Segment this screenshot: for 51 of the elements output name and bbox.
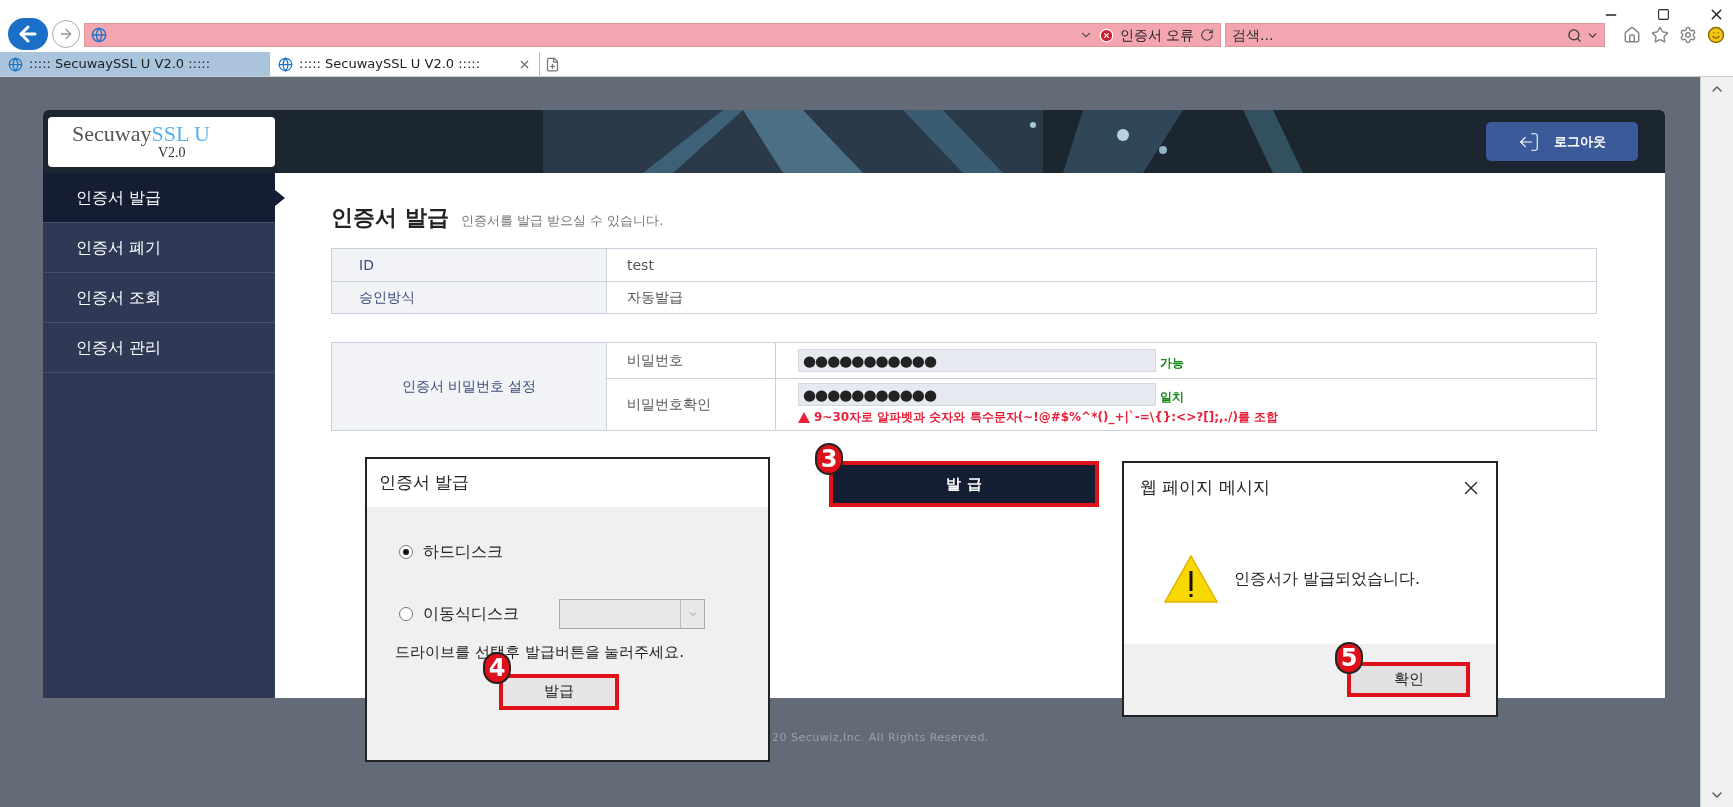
back-button[interactable]	[8, 18, 48, 50]
radio-button[interactable]	[399, 545, 413, 559]
step-number-badge: 5	[1335, 642, 1363, 674]
table-cell-text: test	[626, 255, 655, 275]
maximize-icon[interactable]	[1657, 8, 1670, 21]
error-icon	[1098, 27, 1114, 43]
new-tab-icon[interactable]	[544, 56, 560, 72]
radio-label[interactable]: 이동식디스크	[423, 602, 519, 626]
radio-button[interactable]	[399, 607, 413, 621]
version-label: V2.0	[158, 145, 186, 160]
refresh-icon[interactable]	[1200, 28, 1214, 42]
table-header-cell: ID	[332, 249, 607, 281]
scrollbar[interactable]	[1700, 77, 1733, 807]
table-header-cell: 인증서 비밀번호 설정	[332, 343, 607, 430]
tab-title: ::::: SecuwaySSL U V2.0 :::::	[29, 55, 212, 74]
favorites-icon[interactable]	[1651, 26, 1669, 44]
table-cell: 비밀번호확인	[607, 379, 776, 430]
radio-label[interactable]: 하드디스크	[423, 540, 503, 564]
password-field[interactable]: ●●●●●●●●●●●	[798, 349, 1156, 372]
logo-text: SecuwaySSL U	[72, 123, 210, 145]
dialog-title: 인증서 발급	[379, 471, 470, 495]
step-number-badge: 3	[815, 443, 843, 475]
address-bar[interactable]: 인증서 오류	[84, 23, 1221, 47]
table-header-cell: 승인방식	[332, 282, 607, 313]
search-icon[interactable]	[1567, 28, 1582, 43]
home-icon[interactable]	[1623, 26, 1641, 44]
dialog-title: 웹 페이지 메시지	[1140, 476, 1270, 500]
feedback-icon[interactable]	[1707, 26, 1725, 44]
browser-tab[interactable]: ::::: SecuwaySSL U V2.0 :::::	[0, 52, 270, 76]
forward-arrow-icon	[58, 26, 74, 42]
password-status: 가능	[1160, 355, 1184, 372]
table-cell-text: 자동발급	[626, 288, 684, 307]
page-icon	[91, 27, 107, 43]
logout-icon	[1518, 130, 1540, 153]
page-icon	[278, 56, 293, 72]
warning-icon	[798, 411, 810, 423]
page-icon	[8, 56, 23, 72]
search-field[interactable]: 검색...	[1225, 23, 1605, 47]
logout-button[interactable]: 로그아웃	[1486, 122, 1638, 161]
page-title: 인증서 발급	[331, 204, 449, 232]
tab-title: ::::: SecuwaySSL U V2.0 :::::	[299, 55, 482, 74]
password-status: 일치	[1160, 389, 1184, 406]
password-field[interactable]: ●●●●●●●●●●●	[798, 383, 1156, 406]
settings-icon[interactable]	[1679, 26, 1697, 44]
sidebar-item[interactable]: 인증서 발급	[43, 173, 275, 223]
table-cell: 비밀번호	[607, 343, 776, 378]
certificate-error-label[interactable]: 인증서 오류	[1119, 24, 1194, 46]
page-subtitle: 인증서를 발급 받으실 수 있습니다.	[460, 212, 664, 230]
password-rule-hint: 9~30자로 알파벳과 숫자와 특수문자(~!@#$%^*()_+|`-=\{}:<>?[];,./)를 조합	[814, 409, 1279, 426]
warning-icon	[1164, 554, 1218, 603]
message-text: 인증서가 발급되었습니다.	[1234, 567, 1421, 590]
